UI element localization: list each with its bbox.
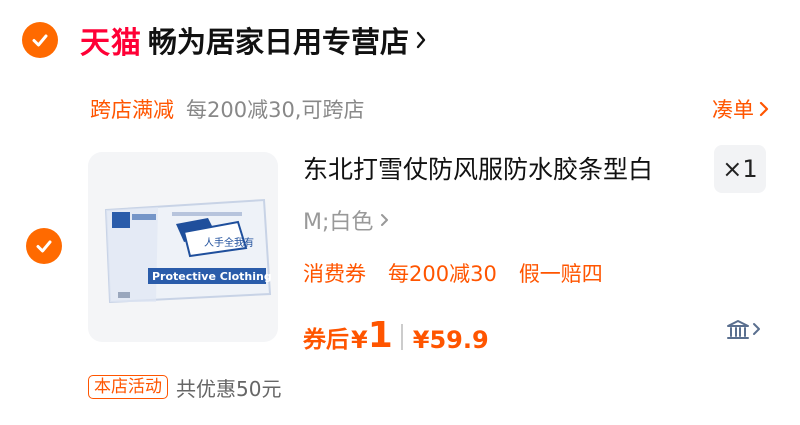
- sku-label: M;白色: [303, 210, 374, 235]
- package-stamp-text: 人手全我有: [204, 236, 254, 249]
- chevron-right-icon: [753, 323, 760, 335]
- check-icon: [36, 240, 52, 253]
- product-title[interactable]: 东北打雪仗防风服防水胶条型白: [303, 150, 703, 186]
- cross-store-promo: 跨店满减 每200减30,可跨店 凑单: [90, 92, 770, 126]
- shop-header[interactable]: 天猫 畅为居家日用专营店: [22, 18, 427, 62]
- currency-symbol: ¥: [351, 326, 368, 354]
- coupon-desc: 每200减30: [388, 262, 497, 286]
- original-price: ¥59.9: [412, 326, 489, 354]
- price-row: 券后 ¥ 1 ¥59.9: [303, 308, 489, 356]
- shop-name[interactable]: 畅为居家日用专营店: [148, 19, 409, 61]
- protective-clothing-package: 人手全我有 Protective Clothing: [104, 198, 272, 304]
- chevron-right-icon: [759, 101, 769, 117]
- guarantee-tag: 假一赔四: [518, 262, 603, 286]
- store-activity-tag: 本店活动: [88, 375, 168, 399]
- chevron-right-icon: [381, 214, 389, 226]
- add-items-label: 凑单: [712, 98, 754, 122]
- after-coupon-label: 券后: [303, 327, 349, 353]
- item-select-checkbox[interactable]: [26, 228, 62, 264]
- check-icon: [32, 34, 48, 47]
- shop-select-checkbox[interactable]: [22, 22, 58, 58]
- chevron-right-icon[interactable]: [415, 30, 427, 50]
- coupon-tag: 消费券: [303, 262, 366, 286]
- add-items-link[interactable]: 凑单: [712, 94, 770, 124]
- store-activity-desc: 共优惠50元: [176, 376, 282, 401]
- promo-tag: 跨店满减: [90, 98, 174, 122]
- price-history-icon: [727, 320, 749, 339]
- price-history-button[interactable]: [726, 318, 762, 340]
- coupon-row: 消费券 每200减30 假一赔四: [303, 258, 625, 288]
- sku-selector[interactable]: M;白色: [303, 204, 391, 236]
- package-label-text: Protective Clothing: [152, 270, 272, 283]
- tmall-logo: 天猫: [80, 26, 142, 61]
- after-coupon-price: 1: [367, 315, 393, 356]
- price-divider: [400, 324, 403, 350]
- product-image[interactable]: 人手全我有 Protective Clothing: [88, 152, 278, 342]
- quantity-button[interactable]: ×1: [714, 145, 766, 193]
- store-activity[interactable]: 本店活动 共优惠50元: [88, 372, 281, 402]
- promo-desc: 每200减30,可跨店: [186, 98, 365, 122]
